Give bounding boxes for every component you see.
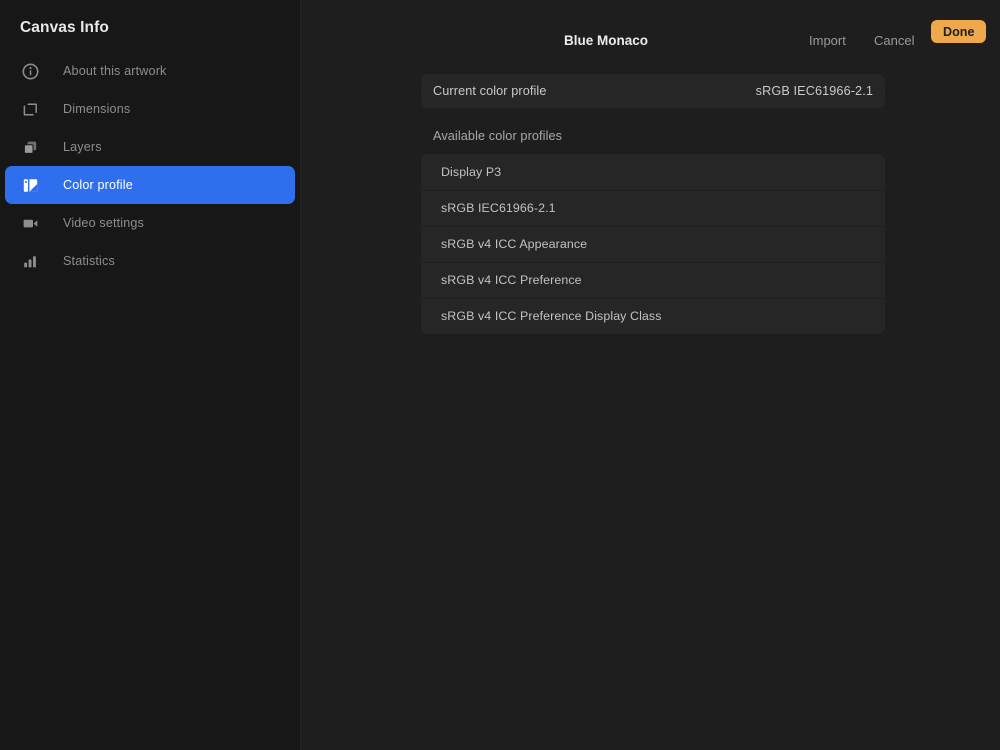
import-button[interactable]: Import bbox=[809, 33, 846, 48]
canvas-info-window: Canvas Info About this artwork bbox=[0, 0, 1000, 750]
sidebar-item-label: Color profile bbox=[63, 178, 133, 192]
sidebar-item-label: About this artwork bbox=[63, 64, 167, 78]
list-item[interactable]: sRGB v4 ICC Preference Display Class bbox=[421, 298, 885, 334]
sidebar-item-label: Dimensions bbox=[63, 102, 130, 116]
document-title: Blue Monaco bbox=[564, 33, 648, 48]
sidebar-item-dimensions[interactable]: Dimensions bbox=[5, 90, 295, 128]
sidebar-item-layers[interactable]: Layers bbox=[5, 128, 295, 166]
sidebar-nav: About this artwork Dimensions bbox=[0, 52, 300, 280]
main-header: Blue Monaco Import Cancel Done bbox=[301, 0, 1000, 70]
main-panel: Blue Monaco Import Cancel Done Current c… bbox=[301, 0, 1000, 750]
available-profiles-heading: Available color profiles bbox=[421, 129, 885, 143]
layers-stack-icon bbox=[19, 136, 41, 158]
color-profile-content: Current color profile sRGB IEC61966-2.1 … bbox=[421, 74, 885, 334]
sidebar-title: Canvas Info bbox=[20, 19, 109, 37]
done-button[interactable]: Done bbox=[931, 20, 986, 43]
crop-frame-icon bbox=[19, 98, 41, 120]
current-color-profile-label: Current color profile bbox=[433, 84, 547, 98]
sidebar-item-label: Video settings bbox=[63, 216, 144, 230]
video-camera-icon bbox=[19, 212, 41, 234]
sidebar-item-video-settings[interactable]: Video settings bbox=[5, 204, 295, 242]
current-color-profile-value: sRGB IEC61966-2.1 bbox=[756, 84, 873, 98]
list-item[interactable]: sRGB v4 ICC Appearance bbox=[421, 226, 885, 262]
color-profile-icon bbox=[19, 174, 41, 196]
current-color-profile-row[interactable]: Current color profile sRGB IEC61966-2.1 bbox=[421, 74, 885, 108]
available-profiles-list: Display P3 sRGB IEC61966-2.1 sRGB v4 ICC… bbox=[421, 154, 885, 334]
sidebar-item-label: Layers bbox=[63, 140, 102, 154]
sidebar-item-label: Statistics bbox=[63, 254, 115, 268]
bar-chart-icon bbox=[19, 250, 41, 272]
sidebar-item-color-profile[interactable]: Color profile bbox=[5, 166, 295, 204]
info-circle-icon bbox=[19, 60, 41, 82]
list-item[interactable]: Display P3 bbox=[421, 154, 885, 190]
list-item[interactable]: sRGB IEC61966-2.1 bbox=[421, 190, 885, 226]
sidebar-item-statistics[interactable]: Statistics bbox=[5, 242, 295, 280]
list-item[interactable]: sRGB v4 ICC Preference bbox=[421, 262, 885, 298]
sidebar-item-about-this-artwork[interactable]: About this artwork bbox=[5, 52, 295, 90]
sidebar: Canvas Info About this artwork bbox=[0, 0, 301, 750]
cancel-button[interactable]: Cancel bbox=[874, 33, 914, 48]
